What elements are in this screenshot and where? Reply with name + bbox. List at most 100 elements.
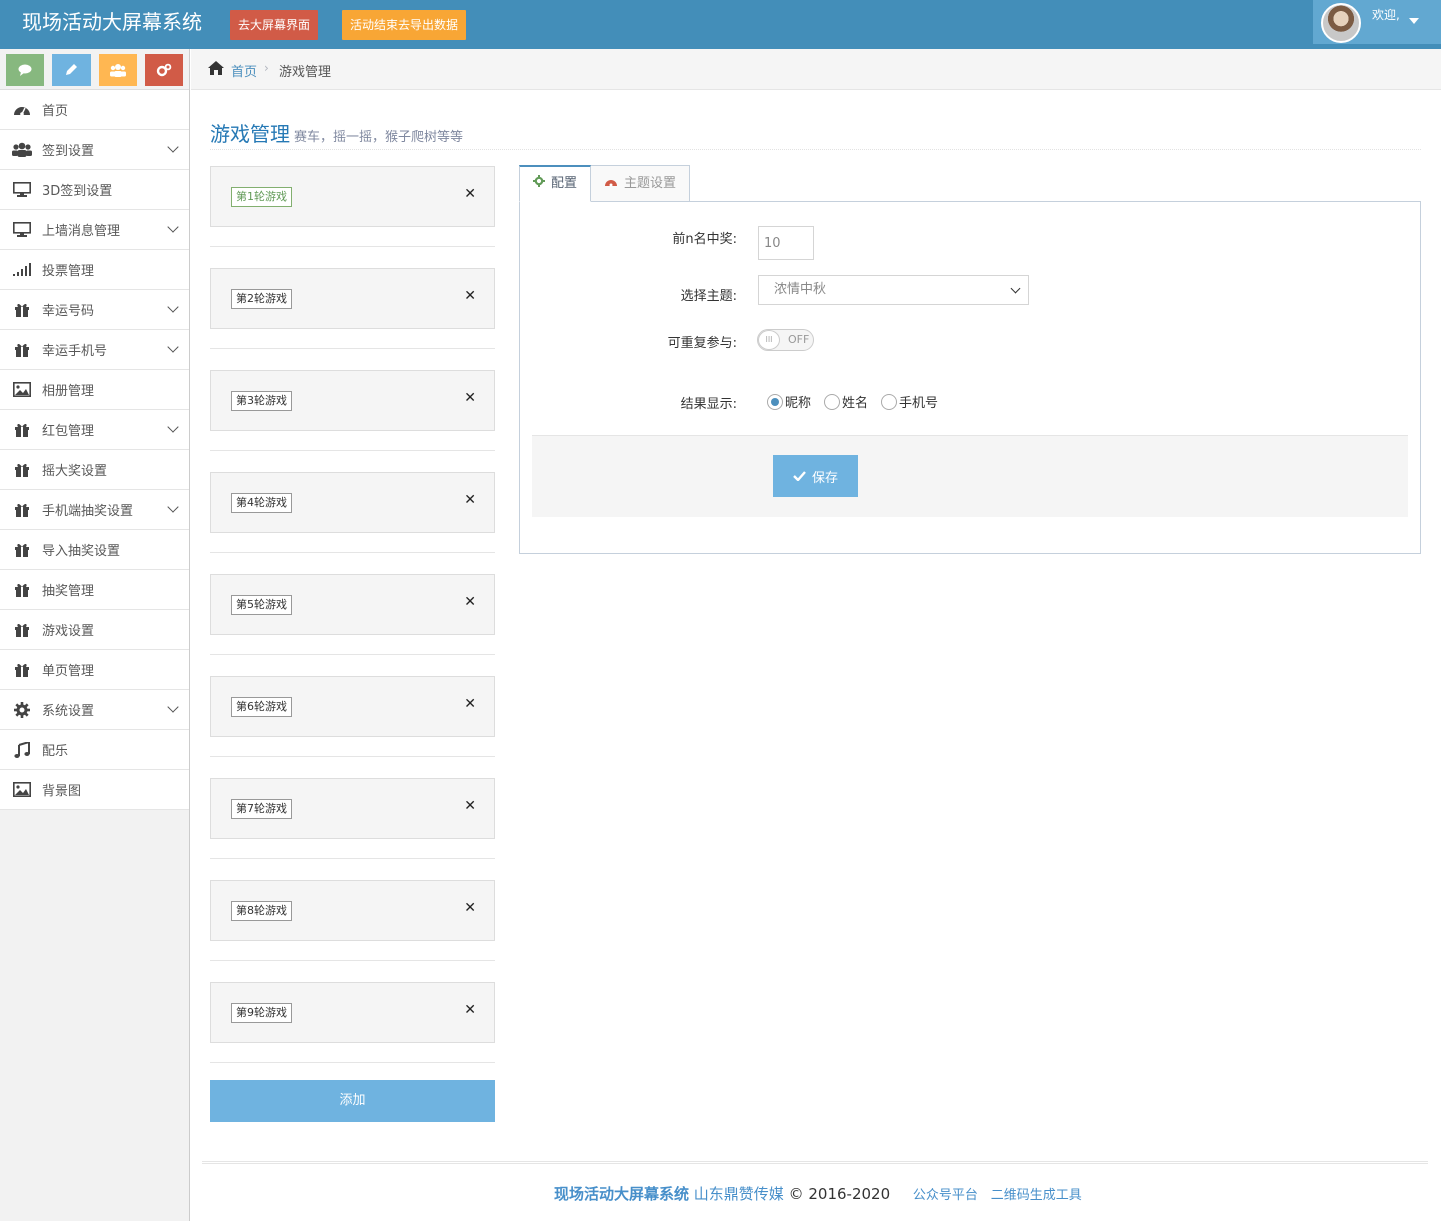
- brand-title[interactable]: 现场活动大屏幕系统: [22, 9, 202, 35]
- signal-icon: [12, 262, 32, 278]
- gift-icon: [12, 422, 32, 438]
- sidebar-item[interactable]: 签到设置: [0, 130, 189, 170]
- sidebar-item-label: 签到设置: [42, 144, 95, 159]
- gift-icon: [12, 622, 32, 638]
- sidebar-item[interactable]: 3D签到设置: [0, 170, 189, 210]
- round-card[interactable]: 第3轮游戏 ✕: [210, 370, 495, 451]
- chevron-down-icon[interactable]: [167, 341, 179, 353]
- chevron-down-icon[interactable]: [167, 301, 179, 313]
- round-label[interactable]: 第1轮游戏: [231, 187, 292, 207]
- sidebar-item-label: 幸运手机号: [42, 344, 108, 359]
- breadcrumb-separator: ›: [264, 61, 269, 75]
- chevron-down-icon[interactable]: [167, 701, 179, 713]
- dashboard-icon: [12, 102, 32, 118]
- close-icon[interactable]: ✕: [464, 798, 476, 814]
- sidebar-item[interactable]: 幸运手机号: [0, 330, 189, 370]
- sidebar-item[interactable]: 配乐: [0, 730, 189, 770]
- comment-icon[interactable]: [6, 54, 45, 86]
- close-icon[interactable]: ✕: [464, 492, 476, 508]
- sidebar-item-label: 红包管理: [42, 424, 95, 439]
- user-menu[interactable]: 欢迎,: [1313, 0, 1441, 44]
- result-radio-name[interactable]: 姓名: [824, 392, 868, 411]
- radio-circle[interactable]: [767, 393, 783, 410]
- repeat-toggle[interactable]: III OFF: [757, 329, 814, 351]
- theme-select[interactable]: 浓情中秋: [758, 275, 1029, 305]
- sidebar-item[interactable]: 上墙消息管理: [0, 210, 189, 250]
- close-icon[interactable]: ✕: [464, 390, 476, 406]
- radio-circle[interactable]: [824, 393, 841, 410]
- go-big-screen-button[interactable]: 去大屏幕界面: [230, 10, 318, 40]
- round-card[interactable]: 第5轮游戏 ✕: [210, 574, 495, 655]
- result-radio-phone[interactable]: 手机号: [881, 392, 938, 411]
- sidebar-item[interactable]: 幸运号码: [0, 290, 189, 330]
- top-n-input[interactable]: [758, 226, 814, 260]
- round-label[interactable]: 第2轮游戏: [231, 289, 292, 309]
- round-label[interactable]: 第5轮游戏: [231, 595, 292, 615]
- tab-theme[interactable]: 主题设置: [590, 165, 691, 202]
- gift-icon: [12, 302, 32, 318]
- sidebar-item[interactable]: 背景图: [0, 770, 189, 810]
- desktop-icon: [12, 222, 32, 238]
- sidebar-item-label: 首页: [42, 104, 69, 119]
- round-card[interactable]: 第8轮游戏 ✕: [210, 880, 495, 961]
- close-icon[interactable]: ✕: [464, 288, 476, 304]
- cog-icon: [533, 167, 545, 201]
- chevron-down-icon[interactable]: [167, 221, 179, 233]
- sidebar-item-label: 抽奖管理: [42, 584, 95, 599]
- sidebar-item-label: 背景图: [42, 784, 82, 799]
- sidebar-item[interactable]: 抽奖管理: [0, 570, 189, 610]
- round-label[interactable]: 第6轮游戏: [231, 697, 292, 717]
- round-label[interactable]: 第9轮游戏: [231, 1003, 292, 1023]
- round-card[interactable]: 第7轮游戏 ✕: [210, 778, 495, 859]
- gift-icon: [12, 342, 32, 358]
- page-subtitle: 赛车，摇一摇，猴子爬树等等: [294, 130, 464, 145]
- tab-config[interactable]: 配置: [519, 165, 592, 202]
- sidebar-item-label: 3D签到设置: [42, 184, 113, 199]
- sidebar-item[interactable]: 投票管理: [0, 250, 189, 290]
- round-label[interactable]: 第4轮游戏: [231, 493, 292, 513]
- cog-icon: [12, 701, 32, 718]
- close-icon[interactable]: ✕: [464, 1002, 476, 1018]
- cogs-icon[interactable]: [144, 54, 183, 86]
- sidebar-item-label: 导入抽奖设置: [42, 544, 121, 559]
- round-card[interactable]: 第2轮游戏 ✕: [210, 268, 495, 349]
- close-icon[interactable]: ✕: [464, 186, 476, 202]
- sidebar-item[interactable]: 摇大奖设置: [0, 450, 189, 490]
- footer: 现场活动大屏幕系统 山东鼎赞传媒 © 2016-2020 公众号平台 二维码生成…: [202, 1161, 1428, 1221]
- round-label[interactable]: 第8轮游戏: [231, 901, 292, 921]
- sidebar-item[interactable]: 导入抽奖设置: [0, 530, 189, 570]
- footer-link-wechat[interactable]: 公众号平台: [913, 1188, 978, 1203]
- round-card[interactable]: 第6轮游戏 ✕: [210, 676, 495, 757]
- save-button[interactable]: 保存: [773, 455, 858, 497]
- round-card[interactable]: 第4轮游戏 ✕: [210, 472, 495, 553]
- breadcrumb-home-link[interactable]: 首页: [231, 61, 257, 80]
- radio-circle[interactable]: [881, 393, 898, 410]
- sidebar-item-label: 上墙消息管理: [42, 224, 121, 239]
- chevron-down-icon[interactable]: [167, 421, 179, 433]
- round-label[interactable]: 第7轮游戏: [231, 799, 292, 819]
- sidebar-item[interactable]: 单页管理: [0, 650, 189, 690]
- sidebar-item[interactable]: 系统设置: [0, 690, 189, 730]
- result-radio-nickname[interactable]: 昵称: [767, 392, 811, 411]
- close-icon[interactable]: ✕: [464, 900, 476, 916]
- round-label[interactable]: 第3轮游戏: [231, 391, 292, 411]
- sidebar-item-label: 幸运号码: [42, 304, 95, 319]
- footer-link-qrcode[interactable]: 二维码生成工具: [991, 1188, 1082, 1203]
- round-card[interactable]: 第1轮游戏 ✕: [210, 166, 495, 247]
- welcome-text: 欢迎,: [1372, 8, 1400, 22]
- add-round-button[interactable]: 添加: [210, 1080, 495, 1122]
- sidebar-item[interactable]: 相册管理: [0, 370, 189, 410]
- pencil-icon[interactable]: [52, 54, 91, 86]
- users-icon[interactable]: [98, 54, 137, 86]
- users-icon: [12, 142, 32, 158]
- export-data-button[interactable]: 活动结束去导出数据: [342, 10, 466, 40]
- close-icon[interactable]: ✕: [464, 696, 476, 712]
- sidebar-item[interactable]: 红包管理: [0, 410, 189, 450]
- close-icon[interactable]: ✕: [464, 594, 476, 610]
- sidebar-item[interactable]: 首页: [0, 90, 189, 130]
- sidebar-item[interactable]: 游戏设置: [0, 610, 189, 650]
- round-card[interactable]: 第9轮游戏 ✕: [210, 982, 495, 1063]
- chevron-down-icon[interactable]: [167, 501, 179, 513]
- chevron-down-icon[interactable]: [167, 141, 179, 153]
- sidebar-item[interactable]: 手机端抽奖设置: [0, 490, 189, 530]
